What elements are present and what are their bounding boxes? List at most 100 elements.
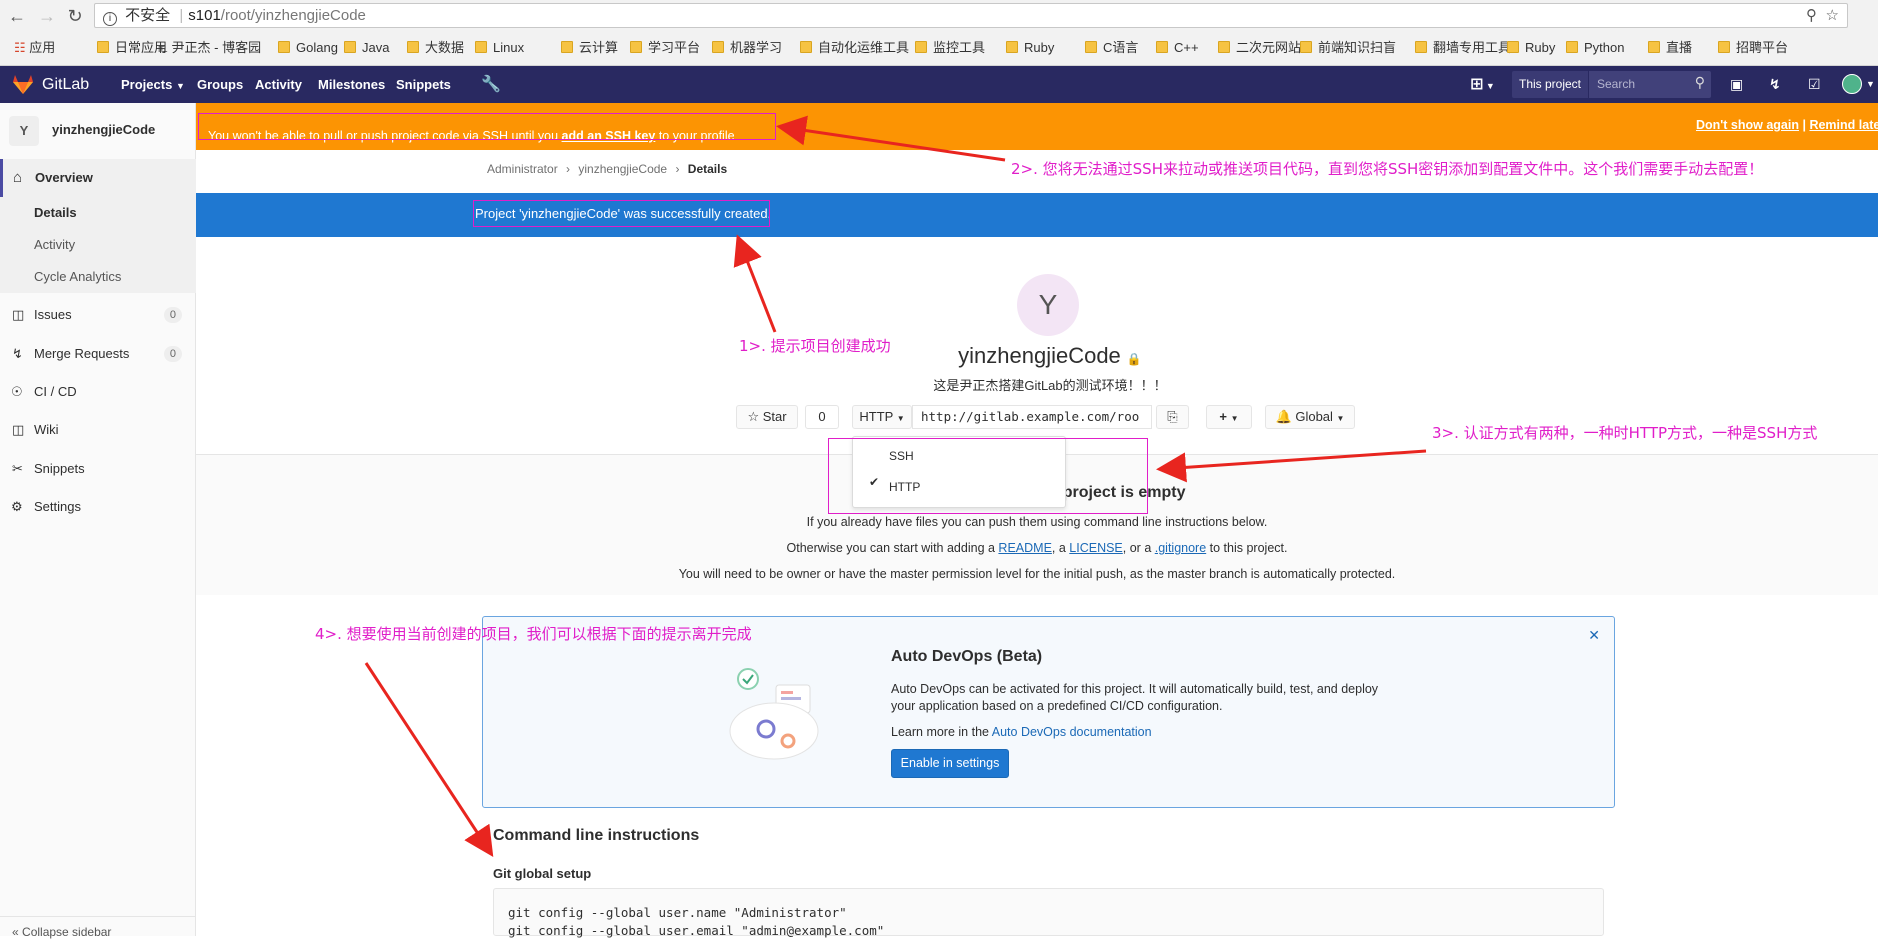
sidebar-item-wiki[interactable]: ◫ Wiki (0, 414, 196, 446)
bookmark-item[interactable]: 自动化运维工具 (800, 38, 909, 58)
search-scope[interactable]: This project (1512, 71, 1588, 98)
bookmark-item[interactable]: 前端知识扫盲 (1300, 38, 1396, 58)
merge-request-icon[interactable]: ↯ (1769, 66, 1781, 103)
bookmark-item[interactable]: 招聘平台 (1718, 38, 1788, 58)
reload-icon[interactable]: ↻ (64, 6, 86, 27)
sidebar-item-issues[interactable]: ◫ Issues 0 (0, 299, 196, 331)
folder-icon (1300, 41, 1312, 53)
sidebar-item-snippets[interactable]: ✂ Snippets (0, 453, 196, 485)
project-description: 这是尹正杰搭建GitLab的测试环境！！！ (933, 378, 1167, 393)
nav-snippets[interactable]: Snippets (396, 66, 451, 103)
bookmark-item[interactable]: 日常应用 (97, 38, 167, 58)
gitignore-link[interactable]: .gitignore (1155, 541, 1206, 555)
user-avatar[interactable] (1842, 74, 1862, 94)
sidebar-item-overview[interactable]: ⌂ Overview (0, 159, 196, 197)
folder-icon (1507, 41, 1519, 53)
folder-icon (561, 41, 573, 53)
license-link[interactable]: LICENSE (1069, 541, 1123, 555)
address-bar[interactable]: i 不安全 | s101/root/yinzhengjieCode ⚲ ☆ (94, 3, 1848, 28)
wrench-icon[interactable]: 🔧 (481, 66, 501, 103)
devops-desc2: your application based on a predefined C… (891, 699, 1223, 713)
enable-in-settings-button[interactable]: Enable in settings (891, 749, 1009, 778)
bookmark-item[interactable]: 翻墙专用工具 (1415, 38, 1511, 58)
folder-icon (1415, 41, 1427, 53)
forward-icon[interactable]: → (36, 6, 58, 27)
nav-activity[interactable]: Activity (255, 66, 302, 103)
folder-icon (1218, 41, 1230, 53)
empty-line3: You will need to be owner or have the ma… (678, 567, 1396, 581)
readme-link[interactable]: README (998, 541, 1051, 555)
url-path: /root/yinzhengjieCode (220, 7, 366, 24)
bookmark-label: 尹正杰 - 博客园 (171, 40, 262, 55)
bookmark-item[interactable]: 监控工具 (915, 38, 985, 58)
breadcrumb-project[interactable]: yinzhengjieCode (578, 162, 667, 176)
sidebar-item-activity[interactable]: Activity (0, 229, 196, 261)
bookmark-item[interactable]: 二次元网站 (1218, 38, 1301, 58)
bookmark-label: 学习平台 (648, 40, 701, 55)
collapse-icon: « (12, 925, 19, 939)
clone-url-input[interactable]: http://gitlab.example.com/roo (912, 405, 1152, 429)
sidebar-item-ci-cd[interactable]: ☉ CI / CD (0, 376, 196, 408)
annotation-2: 2>. 您将无法通过SSH来拉动或推送项目代码，直到您将SSH密钥添加到配置文件… (1011, 160, 1764, 178)
star-bookmark-icon[interactable]: ☆ (1826, 4, 1839, 27)
folder-icon (1006, 41, 1018, 53)
todo-check-icon[interactable]: ☑ (1808, 66, 1821, 103)
bookmark-item[interactable]: 云计算 (561, 38, 618, 58)
notification-dropdown[interactable]: 🔔 Global ▼ (1265, 405, 1355, 429)
gitlab-brand[interactable]: GitLab (42, 66, 89, 103)
sidebar-item-details[interactable]: Details (0, 197, 196, 229)
chevron-down-icon[interactable]: ▼ (1866, 66, 1875, 103)
bookmark-item[interactable]: Python (1566, 38, 1624, 58)
sidebar-project-name[interactable]: yinzhengjieCode (52, 122, 155, 137)
zoom-icon[interactable]: ⚲ (1806, 4, 1817, 27)
project-avatar[interactable]: Y (9, 116, 39, 146)
annotation-box-protocol (828, 438, 1148, 514)
sidebar-item-settings[interactable]: ⚙ Settings (0, 491, 196, 523)
bookmark-item[interactable]: Ruby (1006, 38, 1054, 58)
devops-illustration (729, 668, 819, 760)
search-input[interactable]: Search ⚲ (1589, 71, 1711, 98)
bookmark-item[interactable]: Ruby (1507, 38, 1555, 58)
todos-panel-icon[interactable]: ▣ (1730, 66, 1743, 103)
star-count: 0 (805, 405, 839, 429)
bookmark-item[interactable]: 大数据 (407, 38, 464, 58)
breadcrumb-details[interactable]: Details (688, 162, 727, 176)
bookmark-item[interactable]: Java (344, 38, 389, 58)
copy-url-button[interactable]: ⎘ (1156, 405, 1189, 429)
remind-later-link[interactable]: Remind later (1809, 118, 1878, 132)
bookmark-label: 二次元网站 (1236, 40, 1302, 55)
bookmark-label: Linux (493, 40, 525, 55)
info-icon[interactable]: i (103, 12, 117, 26)
collapse-sidebar[interactable]: « Collapse sidebar (0, 916, 196, 939)
sidebar-item-merge-requests[interactable]: ↯ Merge Requests 0 (0, 338, 196, 370)
bookmark-item[interactable]: 学习平台 (630, 38, 700, 58)
bookmark-item[interactable]: Golang (278, 38, 338, 58)
sidebar-item-cycle-analytics[interactable]: Cycle Analytics (0, 261, 196, 293)
plus-icon[interactable]: ⊞ ▼ (1470, 66, 1495, 103)
gitlab-navbar: GitLab Projects ▼ Groups Activity Milest… (0, 66, 1878, 103)
gitlab-logo-icon[interactable] (12, 74, 34, 95)
devops-title: Auto DevOps (Beta) (891, 648, 1043, 665)
breadcrumb-admin[interactable]: Administrator (487, 162, 558, 176)
bookmark-item[interactable]: ௩ 尹正杰 - 博客园 (158, 38, 261, 58)
bookmark-apps[interactable]: ☷ 应用 (14, 38, 55, 58)
bookmark-item[interactable]: 机器学习 (712, 38, 782, 58)
bookmark-item[interactable]: 直播 (1648, 38, 1692, 58)
nav-milestones[interactable]: Milestones (318, 66, 385, 103)
protocol-dropdown[interactable]: HTTP ▼ (852, 405, 912, 429)
bookmark-item[interactable]: C语言 (1085, 38, 1138, 58)
close-icon[interactable]: ✕ (1588, 627, 1600, 644)
arrow-flash (733, 234, 777, 333)
issues-count: 0 (163, 307, 182, 323)
folder-icon (278, 41, 290, 53)
nav-projects[interactable]: Projects ▼ (121, 66, 185, 103)
dont-show-again-link[interactable]: Don't show again (1696, 118, 1799, 132)
add-new-dropdown[interactable]: + ▼ (1206, 405, 1252, 429)
folder-icon (800, 41, 812, 53)
nav-groups[interactable]: Groups (197, 66, 243, 103)
back-icon[interactable]: ← (6, 6, 28, 27)
star-button[interactable]: ☆ Star (736, 405, 798, 429)
bookmark-item[interactable]: Linux (475, 38, 524, 58)
bookmark-item[interactable]: C++ (1156, 38, 1199, 58)
devops-doc-link[interactable]: Auto DevOps documentation (992, 725, 1152, 739)
